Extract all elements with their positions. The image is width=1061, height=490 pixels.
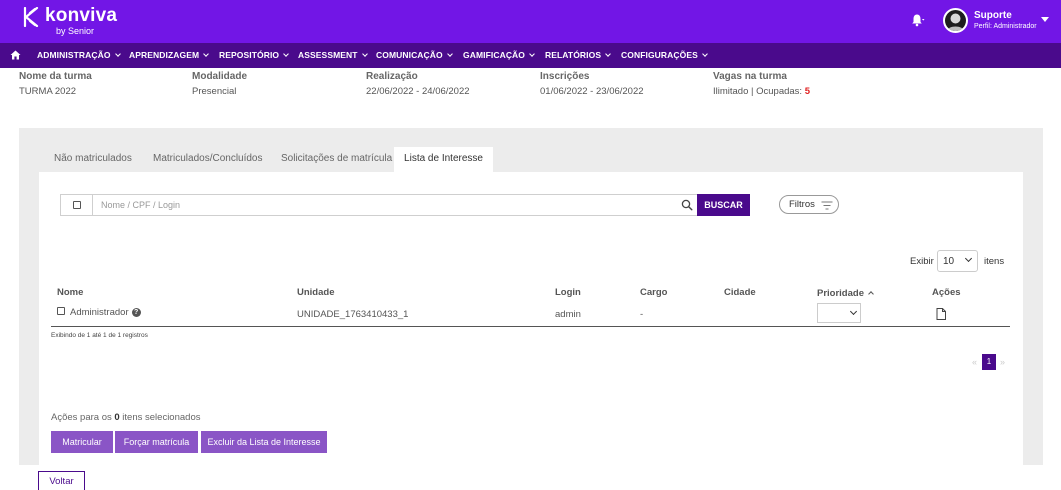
chevron-down-icon [203, 51, 209, 57]
home-icon[interactable] [10, 50, 21, 60]
konviva-logo-icon [23, 7, 39, 27]
cell-cargo: - [640, 309, 644, 320]
filters-button[interactable]: Filtros [779, 195, 839, 214]
search-button[interactable]: BUSCAR [697, 194, 750, 216]
bulk-actions-text: Ações para os 0 itens selecionados [51, 412, 201, 423]
info-turma: Nome da turma TURMA 2022 [19, 71, 92, 97]
records-summary: Exibindo de 1 até 1 de 1 registros [51, 332, 148, 339]
col-header-unidade: Unidade [297, 287, 335, 298]
user-name: Suporte [974, 10, 1012, 21]
filters-label: Filtros [789, 199, 815, 210]
occupied-count: 5 [804, 86, 811, 97]
info-value: 01/06/2022 - 23/06/2022 [540, 86, 644, 97]
info-label: Modalidade [192, 71, 248, 82]
info-inscricoes: Inscrições 01/06/2022 - 23/06/2022 [540, 71, 644, 97]
nav-item-aprendizagem[interactable]: APRENDIZAGEM [129, 50, 209, 60]
pagination-page-1[interactable]: 1 [982, 354, 996, 370]
info-modalidade: Modalidade Presencial [192, 71, 247, 97]
user-menu[interactable]: Suporte Perfil: Administrador [974, 10, 1037, 30]
page-size-value: 10 [943, 256, 955, 267]
items-label: itens [984, 256, 1005, 267]
row-checkbox[interactable] [57, 307, 65, 315]
tab-lista-interesse[interactable]: Lista de Interesse [394, 147, 493, 172]
cell-login: admin [555, 309, 581, 320]
document-icon[interactable] [936, 308, 946, 320]
info-label: Nome da turma [19, 71, 92, 82]
info-value: Presencial [192, 86, 237, 97]
info-value: TURMA 2022 [19, 86, 77, 97]
main-nav: ADMINISTRAÇÃO APRENDIZAGEM REPOSITÓRIO A… [0, 43, 1061, 68]
nav-item-configuracoes[interactable]: CONFIGURAÇÕES [621, 50, 708, 60]
sort-asc-icon [868, 291, 874, 297]
col-header-prioridade[interactable]: Prioridade [817, 288, 874, 299]
chevron-down-icon [849, 307, 858, 316]
chevron-down-icon [446, 51, 453, 57]
search-input[interactable]: Nome / CPF / Login [101, 200, 180, 210]
brand-byline: by Senior [56, 26, 95, 36]
chevron-down-icon [605, 51, 611, 57]
col-header-nome: Nome [57, 287, 84, 298]
avatar-icon [945, 10, 966, 31]
info-label: Realização [366, 71, 418, 82]
tab-nao-matriculados[interactable]: Não matriculados [54, 153, 132, 164]
brand-name: konviva [45, 5, 118, 26]
col-header-cargo: Cargo [640, 287, 668, 298]
chevron-down-icon [964, 254, 973, 263]
nav-item-comunicacao[interactable]: COMUNICAÇÃO [376, 50, 453, 60]
remove-from-interest-list-button[interactable]: Excluir da Lista de Interesse [201, 431, 327, 453]
cell-unidade: UNIDADE_1763410433_1 [297, 309, 409, 320]
search-icon[interactable] [681, 199, 693, 211]
nav-item-assessment[interactable]: ASSESSMENT [298, 50, 368, 60]
page-size-label: Exibir [910, 256, 934, 267]
nav-item-relatorios[interactable]: RELATÓRIOS [545, 50, 611, 60]
enroll-button[interactable]: Matricular [51, 431, 113, 453]
checkbox-icon [73, 201, 81, 209]
back-button[interactable]: Voltar [38, 471, 85, 490]
col-header-acoes: Ações [932, 287, 961, 298]
notifications-button[interactable] [911, 13, 925, 30]
table-divider [51, 326, 1010, 327]
col-header-cidade: Cidade [724, 287, 756, 298]
info-realizacao: Realização 22/06/2022 - 24/06/2022 [366, 71, 470, 97]
pagination-prev[interactable]: « [972, 357, 977, 367]
user-profile: Perfil: Administrador [974, 23, 1037, 30]
top-header: konviva by Senior Suporte Perfil: Admini… [0, 0, 1061, 43]
info-value: 22/06/2022 - 24/06/2022 [366, 86, 470, 97]
info-vagas: Vagas na turma Ilimitado | Ocupadas: 5 [713, 71, 810, 97]
info-label: Inscrições [540, 71, 590, 82]
nav-item-administracao[interactable]: ADMINISTRAÇÃO [37, 50, 121, 60]
chevron-down-icon [702, 51, 708, 57]
tab-matriculados-concluidos[interactable]: Matriculados/Concluídos [153, 153, 263, 164]
chevron-down-icon [283, 51, 289, 57]
page-size-select[interactable]: 10 [937, 250, 978, 272]
info-label: Vagas na turma [713, 71, 787, 82]
pagination-next[interactable]: » [1000, 357, 1005, 367]
user-avatar[interactable] [943, 8, 968, 33]
select-all-checkbox[interactable] [61, 195, 93, 215]
force-enroll-button[interactable]: Forçar matrícula [115, 431, 198, 453]
user-menu-caret-icon[interactable] [1041, 17, 1049, 22]
bell-icon [912, 14, 925, 27]
chevron-down-icon [114, 51, 121, 57]
col-header-login: Login [555, 287, 581, 298]
filter-icon [821, 201, 833, 210]
chevron-down-icon [529, 51, 535, 57]
help-icon[interactable]: ? [131, 308, 141, 317]
cell-nome: Administrador? [70, 307, 141, 318]
nav-item-repositorio[interactable]: REPOSITÓRIO [219, 50, 289, 60]
nav-item-gamificacao[interactable]: GAMIFICAÇÃO [463, 50, 535, 60]
priority-select[interactable] [817, 303, 861, 323]
tab-solicitacoes-matricula[interactable]: Solicitações de matrícula [281, 153, 392, 164]
info-value: Ilimitado | Ocupadas: 5 [713, 86, 811, 97]
chevron-down-icon [361, 51, 368, 57]
search-bar: Nome / CPF / Login [60, 194, 698, 216]
